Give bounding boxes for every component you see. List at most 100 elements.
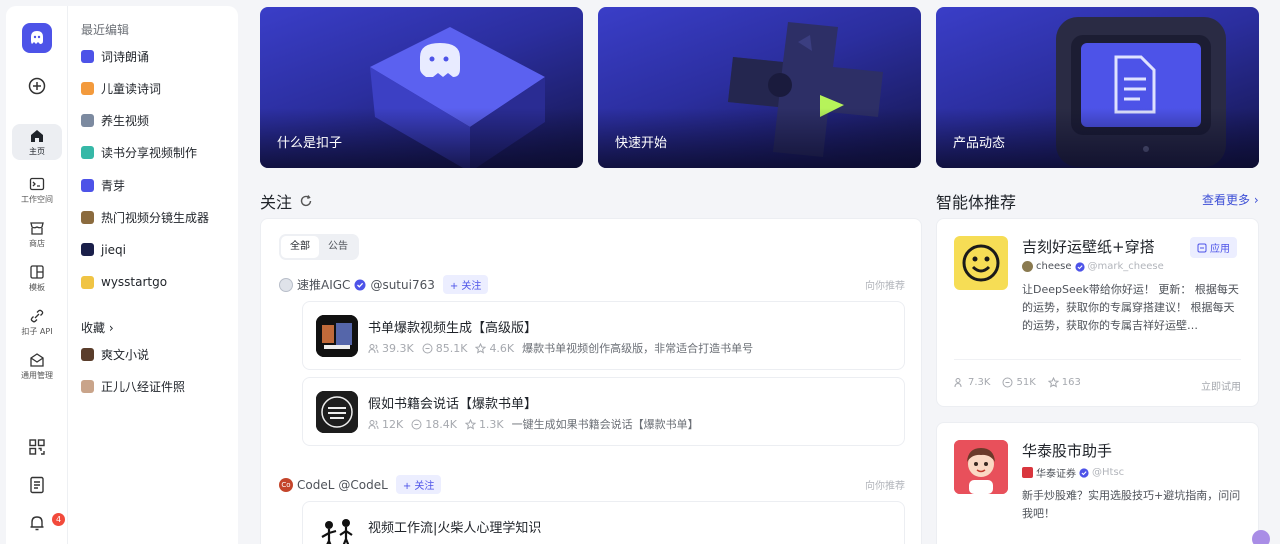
author-avatar[interactable]	[279, 277, 293, 292]
bot-title: 视频工作流|火柴人心理学知识	[368, 521, 542, 536]
rail-item-label: 工作空间	[21, 195, 53, 204]
author-avatar	[1022, 467, 1033, 478]
recent-item[interactable]: 读书分享视频制作	[81, 143, 197, 163]
item-icon	[81, 49, 94, 63]
verified-icon	[354, 279, 366, 290]
feed-tabs: 全部 公告	[279, 234, 359, 260]
stat-stars: 4.6K	[489, 341, 515, 355]
hero-title: 产品动态	[953, 136, 1006, 151]
follow-button[interactable]: + 关注	[395, 475, 442, 494]
favorites-section-title[interactable]: 收藏 ›	[81, 319, 114, 336]
agent-name: 吉刻好运壁纸+穿搭	[1022, 238, 1155, 256]
item-icon	[81, 114, 94, 128]
bot-thumbnail	[316, 315, 358, 357]
assistant-avatar-icon	[954, 440, 1008, 494]
try-now-link[interactable]: 立即试用	[1201, 378, 1241, 393]
item-icon	[81, 379, 94, 393]
stat-users: 12K	[382, 417, 404, 431]
tab-announcements[interactable]: 公告	[319, 236, 357, 258]
bot-card[interactable]: 假如书籍会说话【爆款书单】 12K 18.4K 1.3K 一键生成如果书籍会说话…	[302, 377, 905, 446]
workspace-icon	[29, 177, 45, 191]
author-avatar[interactable]: Co	[279, 477, 293, 492]
chat-icon	[1002, 377, 1013, 388]
recent-item[interactable]: 正儿八经证件照	[81, 376, 185, 396]
recent-item[interactable]: 爽文小说	[81, 344, 149, 364]
author-name[interactable]: cheese	[1036, 261, 1072, 272]
recent-item[interactable]: 热门视频分镜生成器	[81, 208, 209, 228]
bot-card[interactable]: 视频工作流|火柴人心理学知识	[302, 501, 905, 544]
smiley-icon	[962, 244, 1000, 282]
agent-card[interactable]: 吉刻好运壁纸+穿搭 应用 cheese @mark_cheese 让DeepSe…	[936, 218, 1259, 407]
hero-card-product-news[interactable]: 产品动态	[936, 7, 1259, 168]
agent-author: 华泰证券 @Htsc	[1022, 465, 1124, 480]
rail-item-api[interactable]: 扣子 API	[12, 304, 62, 340]
item-label: wysstartgo	[101, 275, 168, 290]
icon-rail: 主页 工作空间 商店 模板 扣子 API 通用管理 4	[6, 6, 68, 544]
rail-item-label: 商店	[29, 239, 45, 248]
item-icon	[81, 211, 94, 224]
follow-section-title: 关注	[260, 189, 313, 213]
star-icon	[1047, 377, 1059, 388]
bell-icon[interactable]	[27, 513, 47, 533]
author-name[interactable]: CodeL	[297, 478, 334, 492]
bot-stats: 39.3K 85.1K 4.6K 爆款书单视频创作高级版，非常适合打造书单号	[368, 340, 753, 356]
agent-avatar	[954, 236, 1008, 290]
rail-item-home[interactable]: 主页	[12, 124, 62, 160]
rail-item-store[interactable]: 商店	[12, 216, 62, 252]
star-icon	[464, 418, 476, 430]
hero-title: 什么是扣子	[277, 136, 343, 151]
scan-icon[interactable]	[27, 437, 47, 457]
recent-item[interactable]: 词诗朗诵	[81, 46, 149, 66]
post-author-row: Co CodeL @CodeL + 关注 向你推荐	[279, 475, 905, 494]
bot-card[interactable]: 书单爆款视频生成【高级版】 39.3K 85.1K 4.6K 爆款书单视频创作高…	[302, 301, 905, 370]
chat-icon	[422, 343, 433, 353]
recent-item[interactable]: 儿童读诗词	[81, 78, 161, 98]
tab-all[interactable]: 全部	[281, 236, 319, 258]
home-icon	[31, 130, 43, 142]
coze-logo-icon[interactable]	[22, 23, 52, 53]
refresh-icon[interactable]	[299, 194, 313, 208]
recent-item[interactable]: 青芽	[81, 175, 125, 195]
agent-description: 新手炒股难？实用选股技巧+避坑指南，问问我吧！	[1022, 489, 1241, 520]
follow-title-text: 关注	[260, 193, 293, 212]
recent-section-title: 最近编辑	[81, 23, 130, 37]
bot-description: 爆款书单视频创作高级版，非常适合打造书单号	[522, 342, 754, 355]
rail-item-workspace[interactable]: 工作空间	[12, 172, 62, 208]
app-icon	[1197, 243, 1207, 252]
recent-item[interactable]: jieqi	[81, 240, 126, 260]
hero-card-quick-start[interactable]: 快速开始	[598, 7, 921, 168]
bot-title: 书单爆款视频生成【高级版】	[368, 321, 538, 336]
see-more-link[interactable]: 查看更多 ›	[1202, 191, 1259, 208]
stat-stars: 1.3K	[478, 417, 504, 431]
add-icon[interactable]	[27, 76, 47, 96]
hero-card-what-is-coze[interactable]: 什么是扣子	[260, 7, 583, 168]
item-label: 正儿八经证件照	[101, 379, 186, 394]
author-handle: @CodeL	[338, 477, 388, 492]
recent-item[interactable]: 养生视频	[81, 111, 149, 131]
store-icon	[30, 222, 44, 235]
bot-title: 假如书籍会说话【爆款书单】	[368, 397, 538, 412]
author-name[interactable]: 速推AIGC	[297, 276, 350, 293]
item-label: jieqi	[101, 242, 127, 257]
document-icon[interactable]	[27, 475, 47, 495]
recent-panel: 最近编辑 词诗朗诵儿童读诗词养生视频读书分享视频制作 青芽热门视频分镜生成器 jie…	[68, 6, 238, 544]
rail-item-label: 主页	[29, 147, 45, 156]
hero-title: 快速开始	[615, 136, 668, 151]
item-label: 词诗朗诵	[101, 49, 150, 64]
users-icon	[368, 419, 379, 429]
agent-author: cheese @mark_cheese	[1022, 261, 1164, 272]
follow-button[interactable]: + 关注	[442, 275, 489, 294]
author-name[interactable]: 华泰证券	[1036, 465, 1076, 480]
floating-assistant-icon[interactable]	[1252, 530, 1270, 544]
rail-item-template[interactable]: 模板	[12, 260, 62, 296]
recent-item[interactable]: wysstartgo	[81, 272, 167, 292]
item-icon	[81, 81, 94, 95]
item-label: 热门视频分镜生成器	[101, 211, 210, 225]
author-handle: @mark_cheese	[1087, 261, 1164, 272]
agent-avatar	[954, 440, 1008, 494]
rail-item-management[interactable]: 通用管理	[12, 348, 62, 384]
bot-description: 一键生成如果书籍会说话【爆款书单】	[511, 418, 699, 431]
template-icon	[30, 265, 44, 279]
agent-card[interactable]: 华泰股市助手 华泰证券 @Htsc 新手炒股难？实用选股技巧+避坑指南，问问我吧…	[936, 422, 1259, 544]
app-tag-label: 应用	[1210, 244, 1230, 255]
